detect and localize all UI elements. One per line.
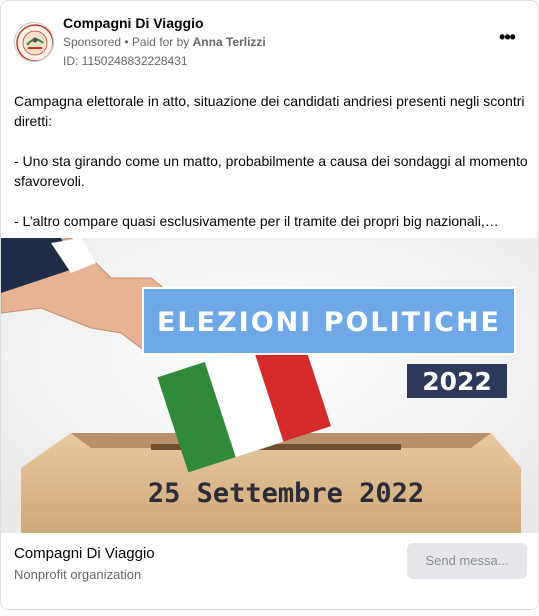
ad-footer: Compagni Di Viaggio Nonprofit organizati… <box>1 533 538 609</box>
banner-title-text: ELEZIONI POLITICHE <box>157 307 501 338</box>
paid-for-name[interactable]: Anna Terlizzi <box>193 35 266 49</box>
avatar-logo-icon <box>16 24 53 61</box>
ad-card: Compagni Di Viaggio Sponsored • Paid for… <box>0 0 539 610</box>
date-text: 25 Settembre 2022 <box>148 478 424 509</box>
page-avatar[interactable] <box>14 22 54 62</box>
sponsored-label: Sponsored <box>63 35 122 49</box>
post-header: Compagni Di Viaggio Sponsored • Paid for… <box>1 1 538 79</box>
ad-id: ID: 1150248832228431 <box>63 54 188 68</box>
paid-for-prefix: Paid for by <box>131 35 193 49</box>
year-text: 2022 <box>422 367 492 396</box>
footer-page-name[interactable]: Compagni Di Viaggio <box>14 545 155 562</box>
separator-dot: • <box>121 35 132 49</box>
sponsored-line: Sponsored • Paid for by Anna Terlizzi <box>63 35 266 49</box>
page-name[interactable]: Compagni Di Viaggio <box>63 15 204 31</box>
election-illustration: ELEZIONI POLITICHE 2022 25 Settembre 202… <box>1 238 538 533</box>
body-paragraph-2: - Uno sta girando come un matto, probabi… <box>14 153 528 189</box>
more-options-icon[interactable]: ••• <box>494 27 520 53</box>
send-message-button[interactable]: Send messa... <box>407 543 527 579</box>
body-paragraph-1: Campagna elettorale in atto, situazione … <box>14 93 525 129</box>
post-body: Campagna elettorale in atto, situazione … <box>14 91 529 251</box>
ad-image[interactable]: ELEZIONI POLITICHE 2022 25 Settembre 202… <box>1 238 538 533</box>
footer-category: Nonprofit organization <box>14 567 142 582</box>
body-paragraph-3: - L’altro compare quasi esclusivamente p… <box>14 213 499 229</box>
